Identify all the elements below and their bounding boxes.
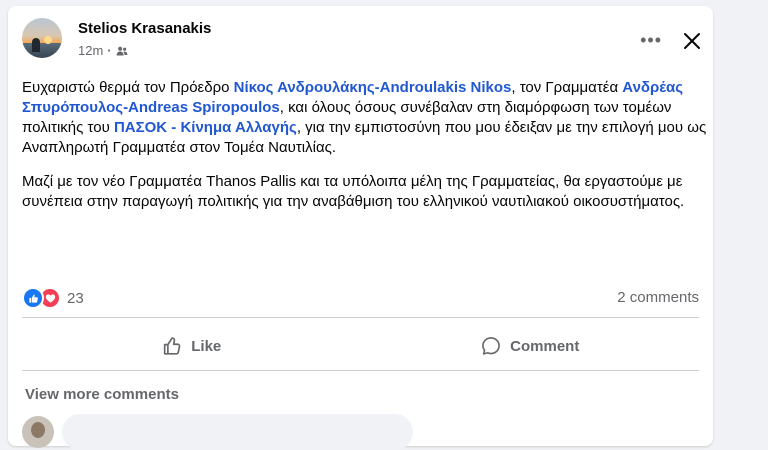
divider-bottom [22, 370, 699, 371]
paragraph-1-text-1: Ευχαριστώ θερμά τον Πρόεδρο [22, 79, 234, 96]
comment-button[interactable]: Comment [361, 324, 700, 368]
post-body: Ευχαριστώ θερμά τον Πρόεδρο Νίκος Ανδρου… [22, 78, 707, 226]
post-meta: 12m · [78, 43, 128, 58]
post-time[interactable]: 12m [78, 43, 103, 58]
author-avatar[interactable] [22, 18, 62, 58]
paragraph-1-text-2: , τον Γραμματέα [511, 79, 623, 96]
view-more-comments-link[interactable]: View more comments [25, 386, 179, 403]
avatar-person [32, 38, 40, 52]
author-name[interactable]: Stelios Krasanakis [78, 20, 211, 37]
comments-count[interactable]: 2 comments [617, 287, 699, 309]
avatar-sun [44, 36, 52, 44]
post-paragraph-1: Ευχαριστώ θερμά τον Πρόεδρο Νίκος Ανδρου… [22, 78, 707, 158]
more-options-icon[interactable]: ••• [640, 30, 662, 51]
action-buttons: Like Comment [22, 324, 699, 368]
comment-button-label: Comment [510, 337, 580, 355]
commenter-avatar[interactable] [22, 416, 54, 448]
close-icon[interactable] [682, 31, 702, 51]
reaction-count: 23 [67, 289, 84, 307]
mention-androulakis[interactable]: Νίκος Ανδρουλάκης-Androulakis Nikos [234, 79, 512, 96]
comment-bubble [62, 414, 413, 450]
post-header: Stelios Krasanakis 12m · ••• [22, 18, 702, 66]
like-button-label: Like [191, 337, 222, 355]
reactions-summary[interactable]: 23 [22, 287, 84, 309]
header-actions: ••• [640, 30, 702, 51]
meta-separator: · [107, 43, 112, 58]
like-button[interactable]: Like [22, 324, 361, 368]
comment-icon [482, 337, 501, 355]
post-paragraph-2: Μαζί με τον νέο Γραμματέα Thanos Pallis … [22, 173, 685, 210]
post-card: Stelios Krasanakis 12m · ••• Ευχαριστώ θ… [8, 6, 713, 450]
thumbs-up-icon [164, 337, 181, 355]
friends-icon[interactable] [116, 45, 128, 57]
commenter-face [31, 422, 45, 438]
like-reaction-icon [22, 287, 44, 309]
divider-top [22, 317, 699, 318]
mention-pasok[interactable]: ΠΑΣΟΚ - Κίνημα Αλλαγής [114, 119, 297, 136]
